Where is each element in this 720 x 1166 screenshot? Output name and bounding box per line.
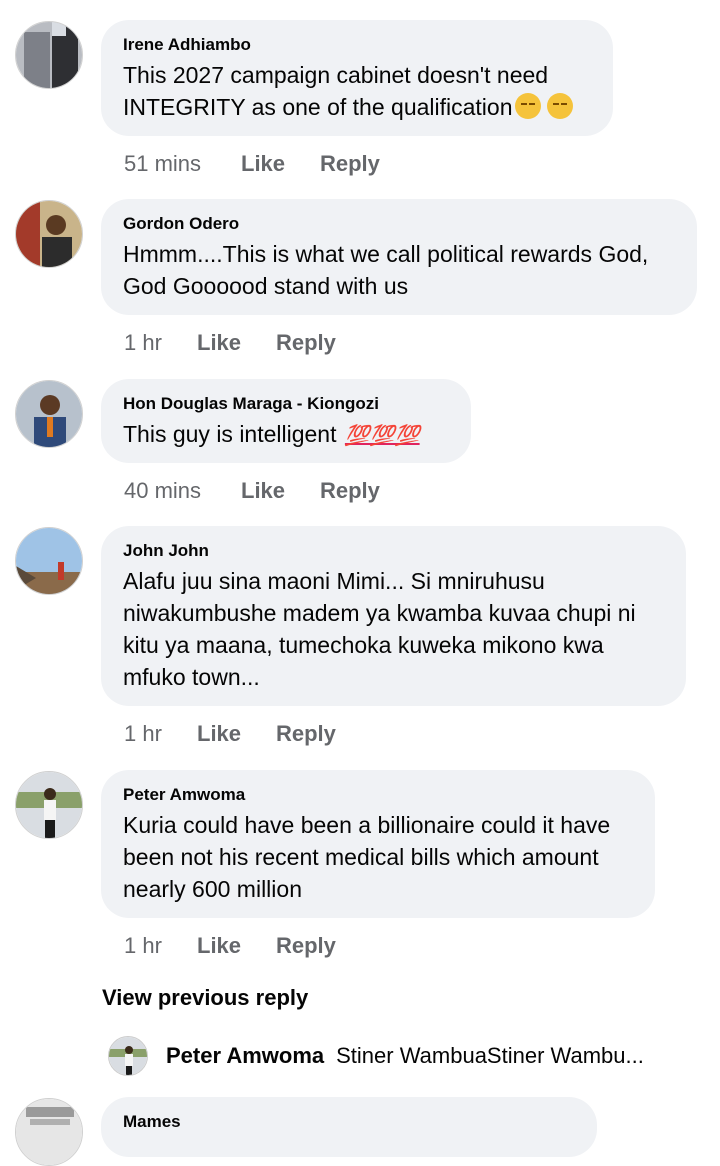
avatar[interactable]	[108, 1036, 148, 1076]
comment-time[interactable]: 1 hr	[124, 721, 197, 747]
comment-time[interactable]: 51 mins	[124, 151, 241, 177]
like-button[interactable]: Like	[197, 721, 276, 747]
like-button[interactable]: Like	[241, 151, 320, 177]
comment-bubble: Gordon Odero Hmmm....This is what we cal…	[101, 199, 697, 315]
comment-actions: 1 hr Like Reply	[124, 330, 336, 356]
reply-button[interactable]: Reply	[276, 933, 336, 959]
view-previous-reply-link[interactable]: View previous reply	[102, 985, 308, 1011]
comment-bubble: Hon Douglas Maraga - Kiongozi This guy i…	[101, 379, 471, 463]
comment-author[interactable]: Gordon Odero	[123, 214, 675, 234]
comment-text: Alafu juu sina maoni Mimi... Si mniruhus…	[123, 568, 636, 690]
like-button[interactable]: Like	[197, 933, 276, 959]
like-button[interactable]: Like	[241, 478, 320, 504]
comment-author[interactable]: Hon Douglas Maraga - Kiongozi	[123, 394, 449, 414]
comment-time[interactable]: 1 hr	[124, 933, 197, 959]
reply-button[interactable]: Reply	[276, 330, 336, 356]
comment-author[interactable]: John John	[123, 541, 664, 561]
comment-text: Hmmm....This is what we call political r…	[123, 241, 649, 299]
comment-author[interactable]: Peter Amwoma	[123, 785, 633, 805]
avatar[interactable]	[15, 21, 83, 89]
hundred-points-icon: 💯💯💯	[344, 425, 420, 447]
comment-text: This 2027 campaign cabinet doesn't need …	[123, 59, 591, 123]
avatar[interactable]	[15, 771, 83, 839]
comment-bubble: Peter Amwoma Kuria could have been a bil…	[101, 770, 655, 918]
reply-button[interactable]: Reply	[320, 478, 380, 504]
reply-snippet[interactable]: Stiner WambuaStiner Wambu...	[336, 1043, 644, 1069]
comment-text: This guy is intelligent 💯💯💯	[123, 421, 420, 447]
avatar[interactable]	[15, 1098, 83, 1166]
avatar[interactable]	[15, 380, 83, 448]
comment-actions: 40 mins Like Reply	[124, 478, 380, 504]
pensive-face-icon	[514, 93, 541, 119]
avatar[interactable]	[15, 200, 83, 268]
comment-time[interactable]: 1 hr	[124, 330, 197, 356]
comment-actions: 1 hr Like Reply	[124, 721, 336, 747]
comment-time[interactable]: 40 mins	[124, 478, 241, 504]
comment-actions: 51 mins Like Reply	[124, 151, 380, 177]
comment-bubble: Irene Adhiambo This 2027 campaign cabine…	[101, 20, 613, 136]
comment-author[interactable]: Irene Adhiambo	[123, 35, 591, 55]
reply-button[interactable]: Reply	[276, 721, 336, 747]
reply-preview[interactable]: Peter Amwoma Stiner WambuaStiner Wambu..…	[108, 1036, 644, 1076]
reply-button[interactable]: Reply	[320, 151, 380, 177]
reply-author[interactable]: Peter Amwoma	[166, 1043, 324, 1069]
avatar[interactable]	[15, 527, 83, 595]
comment-actions: 1 hr Like Reply	[124, 933, 336, 959]
comment-bubble: John John Alafu juu sina maoni Mimi... S…	[101, 526, 686, 706]
like-button[interactable]: Like	[197, 330, 276, 356]
comment-text: Kuria could have been a billionaire coul…	[123, 812, 611, 902]
comment-author[interactable]: Mames	[123, 1112, 181, 1132]
pensive-face-icon	[546, 93, 573, 119]
